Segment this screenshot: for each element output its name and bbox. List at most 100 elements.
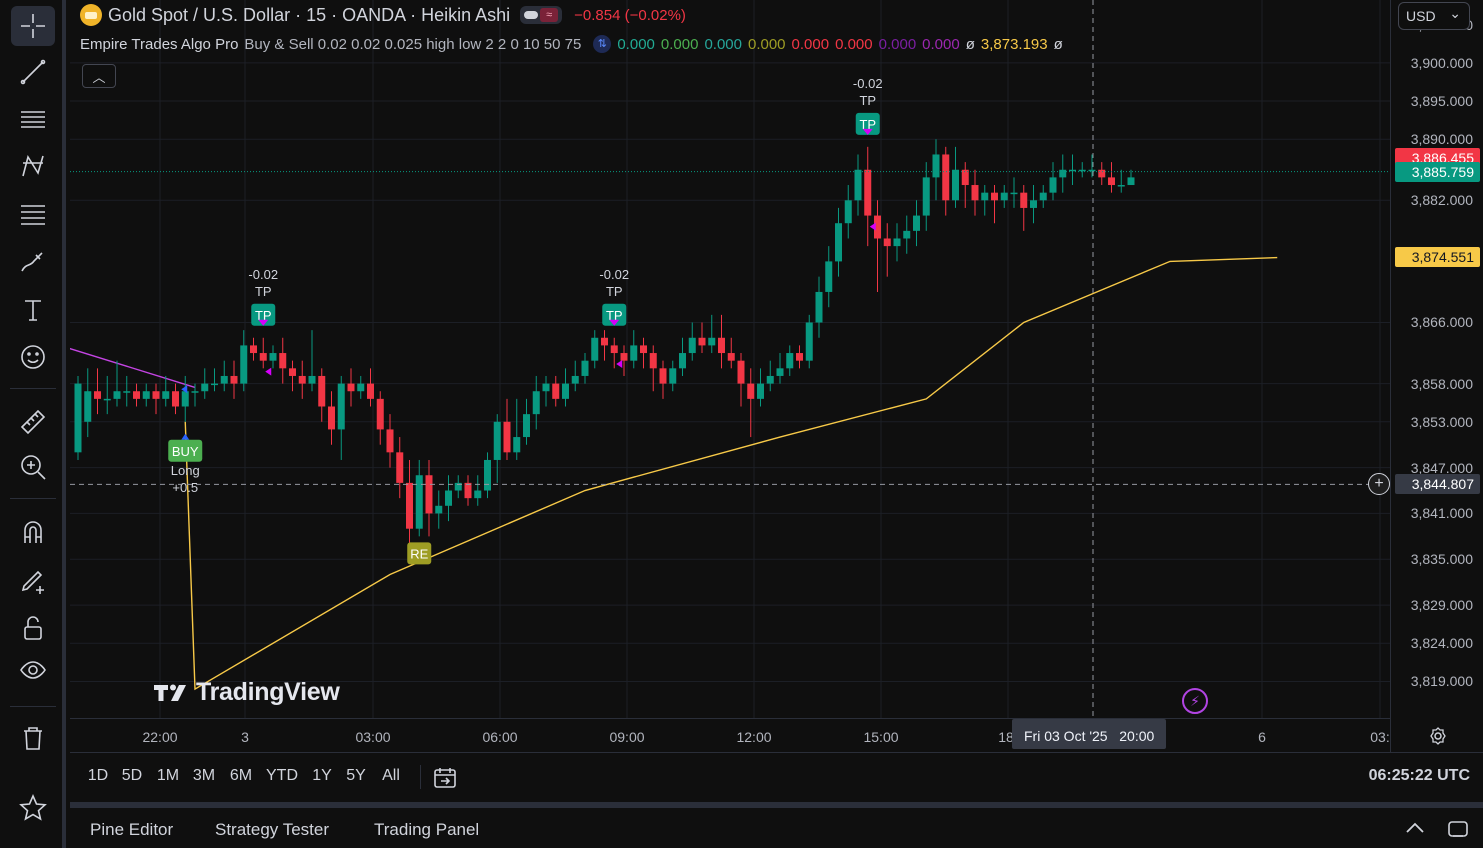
chart-pane[interactable]: BUY Long +0.5 TP TP -0.02 TP TP -0.02 TP TP -0.02 RE… bbox=[70, 0, 1483, 752]
tab-trading-panel[interactable]: Trading Panel bbox=[374, 820, 479, 840]
range-button-3m[interactable]: 3M bbox=[193, 767, 215, 785]
candle-body bbox=[396, 452, 404, 483]
candle-body bbox=[640, 345, 647, 354]
utc-clock[interactable]: 06:25:22 UTC bbox=[1369, 767, 1470, 785]
candle-body bbox=[737, 360, 745, 384]
candle-body bbox=[1039, 192, 1047, 201]
price-chart[interactable]: BUYLong+0.5TPTP-0.02TPTP-0.02TPTP-0.02RE bbox=[70, 0, 1390, 718]
chart-settings-gear-icon[interactable] bbox=[1428, 726, 1448, 746]
tp-text: TP bbox=[859, 93, 876, 108]
crosshair-price-label: 3,844.807 bbox=[1395, 474, 1480, 495]
horizontal-lines-tool-icon[interactable] bbox=[11, 99, 55, 139]
candle-body bbox=[1088, 169, 1096, 172]
time-tick: 03: bbox=[1370, 729, 1390, 745]
hide-drawings-icon[interactable] bbox=[11, 650, 55, 690]
symbol-title[interactable]: Gold Spot / U.S. Dollar · 15 · OANDA · H… bbox=[108, 5, 510, 26]
re-label: RE bbox=[410, 546, 428, 561]
tp-value: -0.02 bbox=[599, 267, 629, 282]
candle-body bbox=[474, 490, 482, 499]
currency-selector[interactable]: USD bbox=[1398, 0, 1470, 30]
tp-value: -0.02 bbox=[248, 267, 278, 282]
buy-note: Long bbox=[171, 463, 200, 478]
candle-body bbox=[932, 154, 940, 178]
lock-drawings-icon[interactable] bbox=[11, 608, 55, 648]
text-tool-icon[interactable] bbox=[11, 290, 55, 330]
exit-arrow-icon bbox=[616, 360, 623, 369]
indicator-value: 0.000 bbox=[617, 35, 655, 53]
range-button-6m[interactable]: 6M bbox=[230, 767, 252, 785]
candles-layer bbox=[70, 139, 1390, 552]
time-tick: 15:00 bbox=[863, 729, 899, 745]
candle-body bbox=[688, 337, 696, 354]
fib-retracement-tool-icon[interactable] bbox=[11, 194, 55, 234]
candle-body bbox=[971, 185, 979, 201]
time-tick: 12:00 bbox=[736, 729, 772, 745]
bottom-panel-tabs: Pine Editor Strategy Tester Trading Pane… bbox=[70, 808, 1483, 848]
indicator-name[interactable]: Empire Trades Algo Pro bbox=[80, 36, 238, 53]
trend-line-tool-icon[interactable] bbox=[11, 52, 55, 92]
range-button-all[interactable]: All bbox=[382, 767, 400, 785]
time-axis[interactable]: 22:00 3 03:00 06:00 09:00 12:00 15:00 18: 6 03: Fr… bbox=[70, 718, 1390, 752]
range-button-1y[interactable]: 1Y bbox=[312, 767, 332, 785]
toolbar-separator bbox=[10, 498, 56, 499]
range-button-5y[interactable]: 5Y bbox=[346, 767, 366, 785]
candle-body bbox=[542, 383, 550, 392]
trash-icon[interactable] bbox=[11, 718, 55, 758]
add-alert-plus-icon[interactable]: + bbox=[1368, 473, 1390, 496]
data-window-icon[interactable]: ⇅ bbox=[593, 35, 612, 53]
indicator-value: 0.000 bbox=[878, 35, 917, 53]
zoom-in-tool-icon[interactable] bbox=[11, 447, 55, 487]
price-scale[interactable]: 3,905.0003,900.0003,895.0003,890.0003,88… bbox=[1390, 0, 1483, 752]
magnet-tool-icon[interactable] bbox=[11, 512, 55, 552]
tab-pine-editor[interactable]: Pine Editor bbox=[90, 820, 173, 840]
favorites-star-icon[interactable] bbox=[11, 788, 55, 828]
range-button-ytd[interactable]: YTD bbox=[266, 767, 298, 785]
stay-in-drawing-mode-icon[interactable] bbox=[11, 560, 55, 600]
candle-body bbox=[328, 406, 335, 430]
candle-body bbox=[415, 475, 423, 529]
indicator-value: 3,873.193 bbox=[980, 35, 1048, 53]
time-tick: 06:00 bbox=[482, 729, 518, 745]
range-separator bbox=[420, 765, 421, 789]
tp-text: TP bbox=[255, 284, 272, 299]
candle-body bbox=[376, 398, 384, 430]
collapse-legend-button[interactable]: ︿ bbox=[82, 64, 116, 88]
price-tick: 3,835.000 bbox=[1410, 551, 1473, 568]
price-tick: 3,824.000 bbox=[1410, 635, 1473, 652]
lightning-icon[interactable]: ⚡ bbox=[1182, 688, 1208, 714]
candle-body bbox=[630, 345, 638, 361]
candle-body bbox=[952, 169, 959, 201]
crosshair-tool-icon[interactable] bbox=[11, 6, 55, 46]
pattern-tool-icon[interactable] bbox=[11, 146, 55, 186]
emoji-tool-icon[interactable] bbox=[11, 337, 55, 377]
buy-label: BUY bbox=[172, 444, 199, 459]
candle-body bbox=[913, 215, 920, 231]
price-tick: 3,866.000 bbox=[1410, 314, 1473, 331]
chevron-up-icon[interactable] bbox=[1404, 818, 1426, 840]
candle-body bbox=[1069, 169, 1076, 172]
candle-body bbox=[493, 421, 501, 460]
candle-body bbox=[776, 368, 784, 376]
candle-body bbox=[74, 383, 82, 453]
candle-body bbox=[1078, 169, 1086, 172]
toolbar-separator bbox=[10, 388, 56, 389]
ruler-tool-icon[interactable] bbox=[11, 400, 55, 440]
candle-body bbox=[805, 322, 813, 361]
tab-strategy-tester[interactable]: Strategy Tester bbox=[215, 820, 329, 840]
symbol-legend[interactable]: Gold Spot / U.S. Dollar · 15 · OANDA · H… bbox=[80, 4, 686, 26]
last-price-label: 3,885.759 bbox=[1395, 161, 1480, 182]
gold-symbol-icon bbox=[80, 4, 102, 26]
range-button-1d[interactable]: 1D bbox=[88, 767, 108, 785]
candle-body bbox=[269, 353, 277, 361]
maximize-panel-icon[interactable] bbox=[1447, 818, 1469, 840]
up-arrow-icon bbox=[181, 433, 190, 440]
indicator-legend[interactable]: Empire Trades Algo Pro Buy & Sell 0.02 0… bbox=[80, 34, 1063, 54]
range-button-5d[interactable]: 5D bbox=[122, 767, 142, 785]
market-status-pill[interactable]: ≈ bbox=[520, 6, 563, 24]
go-to-date-calendar-icon[interactable] bbox=[432, 766, 458, 790]
candle-body bbox=[844, 200, 852, 224]
candle-body bbox=[796, 353, 803, 361]
range-button-1m[interactable]: 1M bbox=[157, 767, 179, 785]
crosshair-time-label: Fri 03 Oct '25 20:00 bbox=[1012, 719, 1167, 749]
brush-tool-icon[interactable] bbox=[11, 242, 55, 282]
